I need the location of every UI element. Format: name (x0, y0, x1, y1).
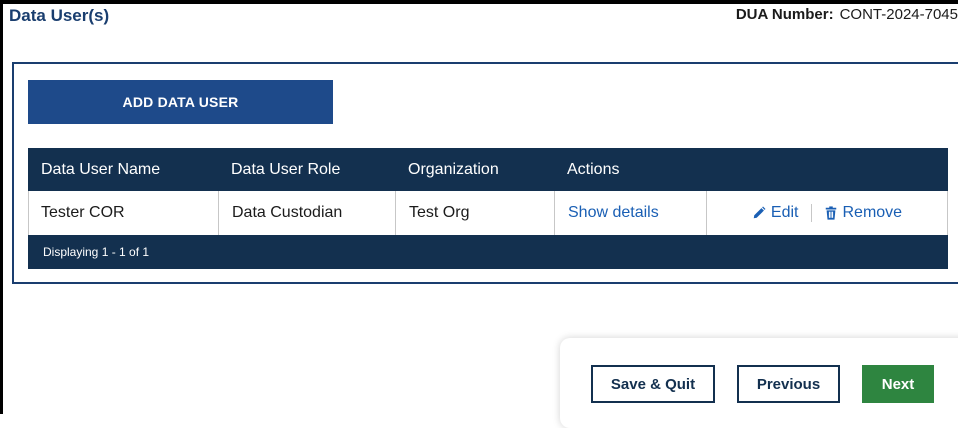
dua-number-value: CONT-2024-7045 (839, 6, 958, 23)
add-data-user-button[interactable]: ADD DATA USER (28, 80, 333, 124)
table-row: Tester COR Data Custodian Test Org Show … (28, 191, 948, 235)
cell-user-role: Data Custodian (219, 191, 396, 235)
edit-button[interactable]: Edit (752, 204, 799, 222)
dua-number-label: DUA Number: (735, 6, 834, 23)
page-title: Data User(s) (9, 6, 110, 25)
edit-label: Edit (770, 204, 799, 221)
column-header-role: Data User Role (231, 160, 341, 178)
pagination-status: Displaying 1 - 1 of 1 (43, 245, 150, 259)
table-footer: Displaying 1 - 1 of 1 (28, 235, 948, 269)
window-left-border (0, 0, 3, 414)
table-header: Data User Name Data User Role Organizati… (28, 148, 948, 191)
cell-organization: Test Org (396, 191, 555, 235)
show-details-link[interactable]: Show details (568, 204, 659, 222)
next-button[interactable]: Next (862, 365, 934, 403)
remove-label: Remove (842, 204, 903, 221)
save-and-quit-button[interactable]: Save & Quit (591, 365, 715, 403)
dua-number: DUA Number: CONT-2024-7045 (736, 6, 958, 23)
trash-icon (825, 206, 836, 220)
pencil-icon (753, 206, 766, 219)
window-top-border (0, 0, 958, 4)
column-header-actions: Actions (567, 160, 620, 178)
column-header-organization: Organization (408, 160, 499, 178)
previous-button[interactable]: Previous (737, 365, 840, 403)
column-header-name: Data User Name (41, 160, 161, 178)
cell-details: Show details (555, 191, 707, 235)
remove-button[interactable]: Remove (824, 204, 903, 222)
cell-user-name: Tester COR (29, 191, 219, 235)
actions-divider (810, 204, 812, 222)
cell-actions: Edit Remove (707, 191, 947, 235)
